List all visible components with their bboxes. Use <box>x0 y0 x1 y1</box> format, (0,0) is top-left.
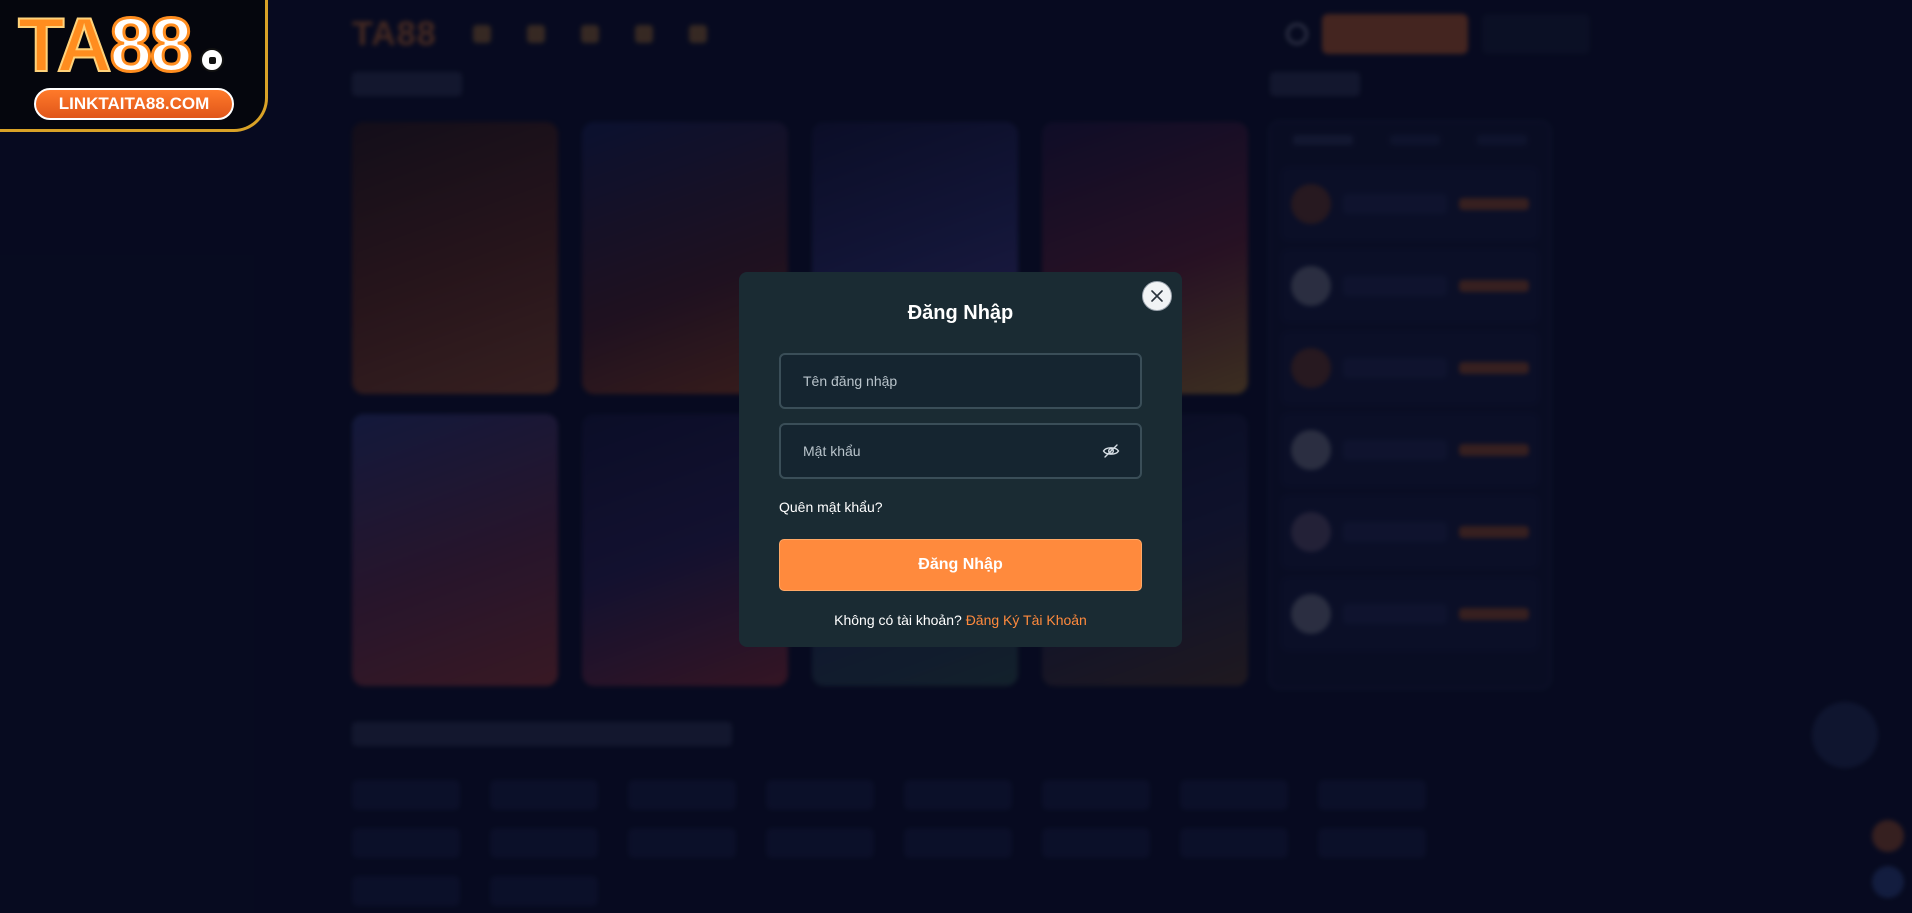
site-logo: TA88 LINKTAITA88.COM <box>0 0 268 132</box>
forgot-password-link[interactable]: Quên mật khẩu? <box>779 499 883 515</box>
username-input[interactable] <box>781 355 1140 407</box>
username-field <box>779 353 1142 409</box>
logo-88-text: 88 <box>108 3 194 88</box>
login-submit-button[interactable]: Đăng Nhập <box>779 539 1142 591</box>
password-input[interactable] <box>781 425 1140 477</box>
logo-url-badge: LINKTAITA88.COM <box>34 88 234 120</box>
register-link[interactable]: Đăng Ký Tài Khoản <box>966 612 1087 628</box>
close-icon <box>1151 290 1163 302</box>
logo-ta-text: TA <box>17 3 113 88</box>
no-account-text: Không có tài khoản? <box>834 612 962 628</box>
login-modal: Đăng Nhập Quên mật khẩu? Đăng Nhập Không… <box>739 272 1182 647</box>
password-field <box>779 423 1142 479</box>
modal-title: Đăng Nhập <box>907 302 1014 324</box>
eye-off-icon <box>1102 444 1120 458</box>
signup-prompt: Không có tài khoản? Đăng Ký Tài Khoản <box>739 612 1182 628</box>
password-visibility-toggle[interactable] <box>1102 443 1120 459</box>
soccer-ball-icon <box>200 48 224 72</box>
